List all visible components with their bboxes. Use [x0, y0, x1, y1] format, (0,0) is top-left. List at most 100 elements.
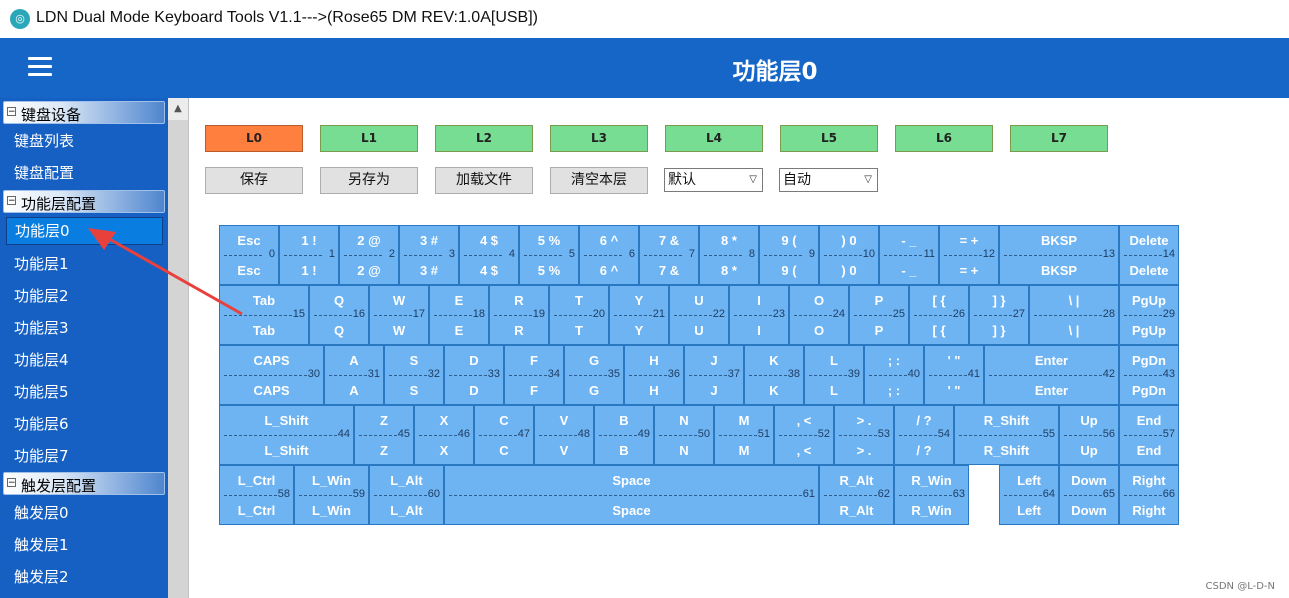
key-29[interactable]: PgUp 29 PgUp [1119, 285, 1179, 345]
sidebar-item-keyboard-config[interactable]: 键盘配置 [0, 158, 168, 188]
key-27[interactable]: ] } 27] } [969, 285, 1029, 345]
collapse-toggle-icon[interactable]: − [7, 478, 16, 488]
load-file-button[interactable]: 加载文件 [435, 167, 533, 194]
key-32[interactable]: S 32 S [384, 345, 444, 405]
sidebar-item-function-layer-1[interactable]: 功能层1 [0, 249, 168, 279]
key-47[interactable]: C 47 C [474, 405, 534, 465]
layer-button-l0[interactable]: L0 [205, 125, 303, 152]
menu-hamburger-icon[interactable] [28, 57, 52, 77]
key-24[interactable]: O 24 O [789, 285, 849, 345]
key-3[interactable]: 3 # 3 3 # [399, 225, 459, 285]
sidebar-item-trigger-layer-2[interactable]: 触发层2 [0, 562, 168, 592]
key-14[interactable]: Delete 14 Delete [1119, 225, 1179, 285]
key-20[interactable]: T 20 T [549, 285, 609, 345]
sidebar-item-trigger-layer-1[interactable]: 触发层1 [0, 530, 168, 560]
key-8[interactable]: 8 * 8 8 * [699, 225, 759, 285]
sidebar-item-keyboard-list[interactable]: 键盘列表 [0, 126, 168, 156]
key-15[interactable]: Tab 15 Tab [219, 285, 309, 345]
key-36[interactable]: H 36 H [624, 345, 684, 405]
key-2[interactable]: 2 @ 2 2 @ [339, 225, 399, 285]
key-35[interactable]: G 35 G [564, 345, 624, 405]
key-13[interactable]: BKSP 13 BKSP [999, 225, 1119, 285]
key-34[interactable]: F 34 F [504, 345, 564, 405]
sidebar-item-function-layer-2[interactable]: 功能层2 [0, 281, 168, 311]
key-65[interactable]: Down 65 Down [1059, 465, 1119, 525]
key-44[interactable]: L_Shift 44 L_Shift [219, 405, 354, 465]
key-12[interactable]: = +12 = + [939, 225, 999, 285]
key-22[interactable]: U 22 U [669, 285, 729, 345]
auto-select[interactable]: 自动 ▽ [779, 168, 878, 192]
key-39[interactable]: L 39 L [804, 345, 864, 405]
key-48[interactable]: V 48 V [534, 405, 594, 465]
key-52[interactable]: , < 52 , < [774, 405, 834, 465]
key-56[interactable]: Up 56 Up [1059, 405, 1119, 465]
sidebar-item-function-layer-3[interactable]: 功能层3 [0, 313, 168, 343]
key-59[interactable]: L_Win 59 L_Win [294, 465, 369, 525]
sidebar-group-function-layers[interactable]: − 功能层配置 [3, 190, 165, 213]
save-as-button[interactable]: 另存为 [320, 167, 418, 194]
key-38[interactable]: K 38 K [744, 345, 804, 405]
clear-layer-button[interactable]: 清空本层 [550, 167, 648, 194]
key-51[interactable]: M 51 M [714, 405, 774, 465]
key-50[interactable]: N 50 N [654, 405, 714, 465]
key-5[interactable]: 5 % 5 5 % [519, 225, 579, 285]
key-7[interactable]: 7 & 7 7 & [639, 225, 699, 285]
key-57[interactable]: End 57 End [1119, 405, 1179, 465]
key-42[interactable]: Enter 42 Enter [984, 345, 1119, 405]
key-62[interactable]: R_Alt 62 R_Alt [819, 465, 894, 525]
key-17[interactable]: W 17 W [369, 285, 429, 345]
key-0[interactable]: Esc 0 Esc [219, 225, 279, 285]
sidebar-item-trigger-layer-0[interactable]: 触发层0 [0, 498, 168, 528]
key-37[interactable]: J 37 J [684, 345, 744, 405]
mode-select[interactable]: 默认 ▽ [664, 168, 763, 192]
key-49[interactable]: B 49 B [594, 405, 654, 465]
key-19[interactable]: R 19 R [489, 285, 549, 345]
key-16[interactable]: Q 16 Q [309, 285, 369, 345]
sidebar-scrollbar[interactable]: ▲ [168, 98, 189, 598]
key-66[interactable]: Right 66 Right [1119, 465, 1179, 525]
key-41[interactable]: ' " 41 ' " [924, 345, 984, 405]
key-61[interactable]: Space 61 Space [444, 465, 819, 525]
key-18[interactable]: E 18 E [429, 285, 489, 345]
key-23[interactable]: I 23 I [729, 285, 789, 345]
key-6[interactable]: 6 ^ 6 6 ^ [579, 225, 639, 285]
layer-button-l7[interactable]: L7 [1010, 125, 1108, 152]
sidebar-item-function-layer-7[interactable]: 功能层7 [0, 441, 168, 471]
layer-button-l3[interactable]: L3 [550, 125, 648, 152]
key-31[interactable]: A 31 A [324, 345, 384, 405]
layer-button-l4[interactable]: L4 [665, 125, 763, 152]
layer-button-l2[interactable]: L2 [435, 125, 533, 152]
layer-button-l6[interactable]: L6 [895, 125, 993, 152]
key-10[interactable]: ) 0 10) 0 [819, 225, 879, 285]
key-40[interactable]: ; : 40 ; : [864, 345, 924, 405]
key-33[interactable]: D 33 D [444, 345, 504, 405]
layer-button-l1[interactable]: L1 [320, 125, 418, 152]
key-58[interactable]: L_Ctrl 58 L_Ctrl [219, 465, 294, 525]
key-21[interactable]: Y 21 Y [609, 285, 669, 345]
sidebar-group-trigger-layers[interactable]: − 触发层配置 [3, 472, 165, 495]
key-43[interactable]: PgDn 43 PgDn [1119, 345, 1179, 405]
collapse-toggle-icon[interactable]: − [7, 107, 16, 117]
collapse-toggle-icon[interactable]: − [7, 196, 16, 206]
key-63[interactable]: R_Win 63 R_Win [894, 465, 969, 525]
layer-button-l5[interactable]: L5 [780, 125, 878, 152]
sidebar-item-function-layer-0[interactable]: 功能层0 [6, 217, 163, 245]
scroll-up-arrow-icon[interactable]: ▲ [168, 98, 188, 120]
key-54[interactable]: / ? 54 / ? [894, 405, 954, 465]
key-1[interactable]: 1 ! 1 1 ! [279, 225, 339, 285]
sidebar-group-keyboard-device[interactable]: − 键盘设备 [3, 101, 165, 124]
key-4[interactable]: 4 $ 4 4 $ [459, 225, 519, 285]
sidebar-item-function-layer-6[interactable]: 功能层6 [0, 409, 168, 439]
key-25[interactable]: P 25 P [849, 285, 909, 345]
sidebar-item-function-layer-5[interactable]: 功能层5 [0, 377, 168, 407]
key-9[interactable]: 9 (9 9 ( [759, 225, 819, 285]
key-26[interactable]: [ {26 [ { [909, 285, 969, 345]
key-53[interactable]: > . 53 > . [834, 405, 894, 465]
key-11[interactable]: - _ 11 - _ [879, 225, 939, 285]
key-30[interactable]: CAPS 30 CAPS [219, 345, 324, 405]
save-button[interactable]: 保存 [205, 167, 303, 194]
sidebar-item-function-layer-4[interactable]: 功能层4 [0, 345, 168, 375]
key-28[interactable]: \ | 28 \ | [1029, 285, 1119, 345]
key-64[interactable]: Left 64 Left [999, 465, 1059, 525]
key-60[interactable]: L_Alt 60 L_Alt [369, 465, 444, 525]
